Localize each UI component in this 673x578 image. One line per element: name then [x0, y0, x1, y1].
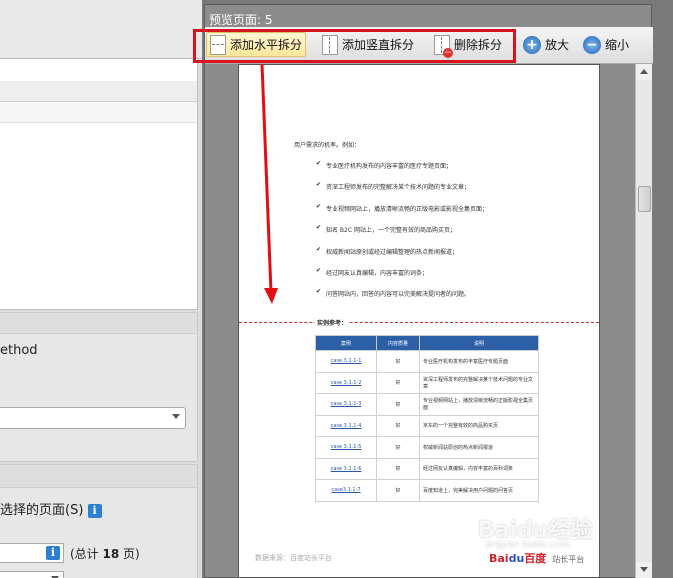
table-header-row: 案例 内容质量 说明	[315, 335, 539, 351]
add-vertical-split-button[interactable]: 添加竖直拆分	[318, 32, 418, 57]
case-link[interactable]: case 3.1.1-6	[315, 457, 377, 480]
settings-header	[0, 0, 202, 59]
table-cell: 京东的一个完整有效的商品购买页	[419, 414, 539, 437]
list-item: 专业医疗机构发布的内容丰富的医疗专题页面；	[316, 160, 488, 182]
case-link[interactable]: case 3.1.1-3	[315, 393, 377, 416]
total-pages-label: (总计 18 页)	[70, 547, 140, 561]
doc-delete-split-icon: −	[434, 34, 453, 58]
zoom-out-button[interactable]: − 缩小	[579, 32, 633, 57]
case-link[interactable]: case3.1.1-7	[315, 479, 377, 502]
delete-split-button[interactable]: − 删除拆分	[430, 32, 506, 58]
table-cell: 好	[376, 414, 420, 437]
table-cell: 专业视频网站上，播放清晰流畅的正版影视全集页面	[419, 393, 539, 416]
page-range-section: 选择的页面(S) i i (总计 18 页)	[0, 464, 198, 578]
list-item: 权威新闻站原创或经过编辑整理的热点新闻报道；	[316, 246, 488, 268]
case-reference-title: 实例参考：	[315, 318, 350, 327]
preview-page-title: 预览页面: 5	[209, 13, 273, 27]
case-link[interactable]: case 3.1.1-1	[315, 350, 377, 373]
selected-pages-label: 选择的页面(S) i	[0, 499, 102, 518]
list-item: 知名 B2C 网站上，一个完整有效的商品购买页；	[316, 224, 488, 246]
case-table: 案例 内容质量 说明 case 3.1.1-1 好 专业医疗机构发布的丰富医疗专…	[315, 335, 539, 502]
table-header-cell: 案例	[315, 335, 377, 351]
scroll-thumb[interactable]	[638, 186, 651, 212]
table-cell: 好	[376, 436, 420, 459]
table-cell: 经过网友认真编辑，内容丰富的百科词条	[419, 457, 539, 480]
case-link[interactable]: case 3.1.1-2	[315, 371, 377, 394]
zoom-in-icon: +	[523, 35, 541, 54]
table-row: case 3.1.1-3 好 专业视频网站上，播放清晰流畅的正版影视全集页面	[315, 393, 539, 416]
table-row: case 3.1.1-1 好 专业医疗机构发布的丰富医疗专题页面	[315, 350, 539, 373]
table-cell: 好	[376, 371, 420, 394]
table-cell: 好	[376, 393, 420, 416]
scroll-down-icon[interactable]	[636, 562, 652, 578]
table-row: case 3.1.1-6 好 经过网友认真编辑，内容丰富的百科词条	[315, 457, 539, 480]
settings-panel: ethod 选择的页面(S) i i (总计 18 页)	[0, 0, 202, 578]
table-cell: 权威新闻站原创的热点新闻报道	[419, 436, 539, 459]
list-item: 资深工程师发布的完整解决某个技术问题的专业文章；	[316, 181, 488, 203]
doc-horizontal-split-icon	[210, 34, 226, 55]
table-cell: 好	[376, 479, 420, 502]
zoom-in-button[interactable]: + 放大	[519, 32, 573, 57]
file-list[interactable]	[0, 58, 198, 310]
zoom-out-icon: −	[583, 35, 601, 54]
case-link[interactable]: case 3.1.1-5	[315, 436, 377, 459]
preview-panel: 预览页面: 5 添加水平拆分 添加竖直拆分 − 删除拆分 + 放大 − 缩小 用…	[193, 0, 673, 578]
preview-toolbar: 添加水平拆分 添加竖直拆分 − 删除拆分 + 放大 − 缩小	[193, 27, 653, 64]
info-icon[interactable]: i	[46, 546, 60, 560]
page-range-input[interactable]: i	[0, 543, 64, 563]
case-link[interactable]: case 3.1.1-4	[315, 414, 377, 437]
doc-footer-source: 数据来源：百度站长平台	[255, 554, 332, 562]
document-page-preview[interactable]: 用户需求的机率。例如： 专业医疗机构发布的内容丰富的医疗专题页面； 资深工程师发…	[238, 64, 600, 578]
file-list-header	[0, 81, 197, 102]
split-method-section: ethod	[0, 312, 198, 462]
horizontal-split-line[interactable]	[239, 322, 599, 323]
total-pages-count: 18	[102, 547, 120, 561]
watermark-logo: Baidu经验 jingyan.baidu.com	[478, 518, 593, 550]
scroll-up-icon[interactable]	[636, 64, 652, 80]
doc-bullet-list: 专业医疗机构发布的内容丰富的医疗专题页面； 资深工程师发布的完整解决某个技术问题…	[316, 160, 488, 311]
table-cell: 好	[376, 350, 420, 373]
table-row: case 3.1.1-5 好 权威新闻站原创的热点新闻报道	[315, 436, 539, 459]
section-header	[0, 313, 197, 334]
table-cell: 专业医疗机构发布的丰富医疗专题页面	[419, 350, 539, 373]
preview-frame: 预览页面: 5 添加水平拆分 添加竖直拆分 − 删除拆分 + 放大 − 缩小 用…	[193, 4, 653, 578]
split-method-select[interactable]	[0, 407, 186, 429]
options-select[interactable]	[0, 571, 64, 578]
table-cell: 资深工程师发布的完整解决某个技术问题的专业文章	[419, 371, 539, 394]
list-item: 专业视频网站上，播放清晰流畅的正版电影或影视全集页面；	[316, 203, 488, 225]
list-item: 经过网友认真编辑，内容丰富的词条；	[316, 267, 488, 289]
baidu-logo: Baidu百度 站长平台	[489, 552, 585, 565]
table-header-cell: 内容质量	[376, 335, 420, 351]
table-header-cell: 说明	[419, 335, 539, 351]
info-icon[interactable]: i	[87, 503, 102, 518]
list-item: 问答网站内，回答的内容可以完美解决提问者的问题。	[316, 288, 488, 310]
table-cell: 好	[376, 457, 420, 480]
doc-intro-text: 用户需求的机率。例如：	[294, 142, 361, 149]
table-row: case 3.1.1-2 好 资深工程师发布的完整解决某个技术问题的专业文章	[315, 371, 539, 394]
chevron-down-icon	[172, 414, 180, 419]
doc-vertical-split-icon	[322, 34, 338, 55]
preview-vertical-scrollbar[interactable]	[635, 64, 652, 578]
section-header	[0, 465, 197, 488]
split-method-label: ethod	[0, 343, 38, 358]
table-cell: 百度知道上，完美解决用户问题的问答页	[419, 479, 539, 502]
table-row: case3.1.1-7 好 百度知道上，完美解决用户问题的问答页	[315, 479, 539, 502]
add-horizontal-split-button[interactable]: 添加水平拆分	[206, 32, 307, 57]
table-row: case 3.1.1-4 好 京东的一个完整有效的商品购买页	[315, 414, 539, 437]
file-list-row[interactable]	[0, 102, 197, 123]
